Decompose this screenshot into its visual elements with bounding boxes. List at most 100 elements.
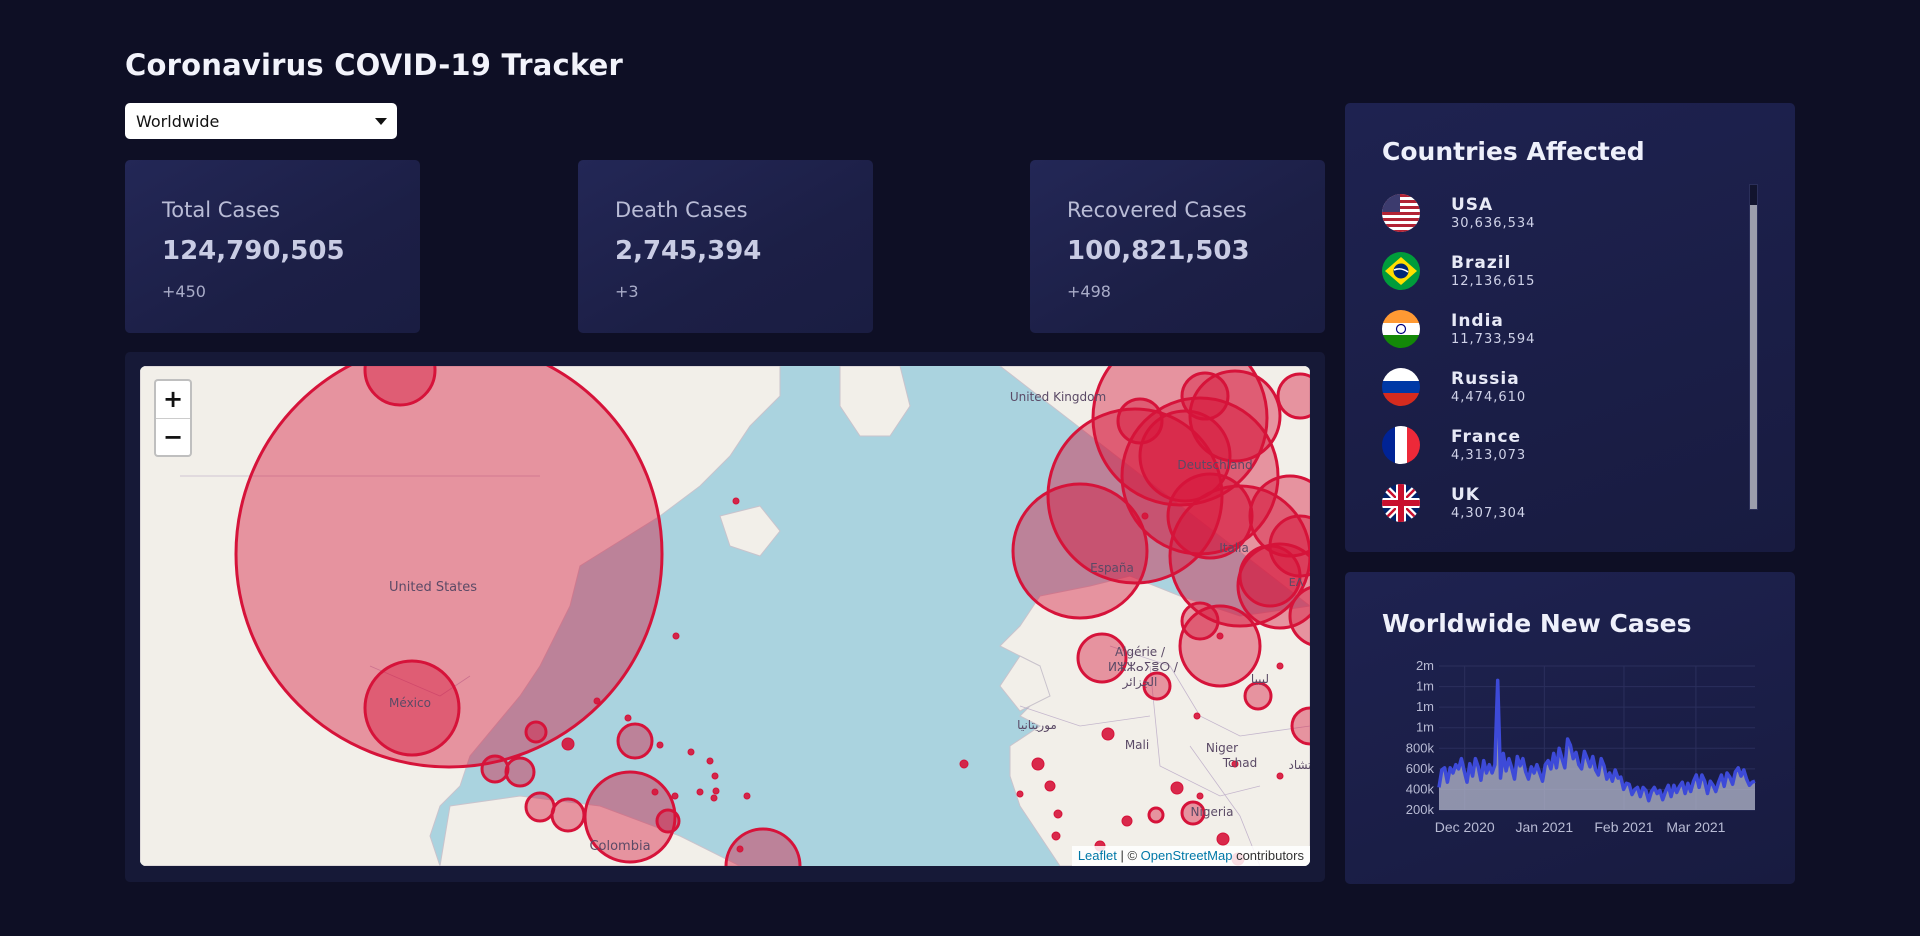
circle-costa-rica[interactable] (524, 791, 556, 823)
circle-denmark[interactable] (1276, 372, 1310, 420)
dot-cote-ivoire[interactable] (1121, 815, 1133, 827)
total-cases-card[interactable]: Total Cases 124,790,505 +450 (125, 160, 420, 333)
chart-x-tick-label: Dec 2020 (1435, 819, 1495, 835)
dot-liberia[interactable] (1053, 809, 1063, 819)
country-item-france[interactable]: France 4,313,073 (1382, 416, 1758, 474)
circle-tunisia[interactable] (1180, 601, 1220, 641)
dot-nigeria-dot[interactable] (1196, 792, 1204, 800)
dot-guadeloupe[interactable] (706, 757, 714, 765)
countries-scrollbar[interactable] (1749, 184, 1758, 510)
recovered-cases-label: Recovered Cases (1067, 198, 1247, 222)
zoom-in-button[interactable]: + (156, 381, 190, 418)
chart-y-axis: 2m 1m 1m 1m 800k 600k 400k 200k (1406, 658, 1435, 817)
attribution-suffix: contributors (1232, 848, 1304, 863)
map-label-italia: Italia (1219, 541, 1249, 555)
dot-malta[interactable] (1216, 632, 1224, 640)
leaflet-link[interactable]: Leaflet (1078, 848, 1117, 863)
map-label-tchad-ar: تشاد (1288, 758, 1310, 772)
country-item-india[interactable]: India 11,733,594 (1382, 300, 1758, 358)
zoom-out-button[interactable]: − (156, 418, 190, 455)
dot-st-lucia[interactable] (710, 794, 718, 802)
dot-mauritania-dot[interactable] (1044, 780, 1056, 792)
new-cases-chart[interactable]: 2m 1m 1m 1m 800k 600k 400k 200k Dec 2020 Jan 202… (1345, 572, 1795, 884)
map-label-mali: Mali (1125, 738, 1149, 752)
dot-sudan-dot[interactable] (1276, 772, 1284, 780)
dot-bermuda[interactable] (732, 497, 740, 505)
dot-isle-of-man[interactable] (1141, 512, 1149, 520)
country-name: Brazil (1451, 253, 1512, 273)
recovered-cases-value: 100,821,503 (1067, 236, 1250, 266)
country-count: 12,136,615 (1451, 274, 1536, 289)
chart-y-tick-label: 2m (1416, 658, 1434, 673)
dot-guyana[interactable] (736, 845, 744, 853)
circle-togo[interactable] (1147, 806, 1165, 824)
countries-list[interactable]: USA 30,636,534 Brazil 12,136,615 India 1… (1382, 184, 1758, 522)
dot-egypt-dot[interactable] (1276, 662, 1284, 670)
dot-sierra-leone[interactable] (1051, 831, 1061, 841)
dot-tobago[interactable] (743, 792, 751, 800)
circle-jamaica[interactable] (561, 737, 575, 751)
dot-turks[interactable] (593, 697, 601, 705)
country-item-usa[interactable]: USA 30,636,534 (1382, 184, 1758, 242)
dot-aruba[interactable] (651, 788, 659, 796)
country-item-uk[interactable]: UK 4,307,304 (1382, 474, 1758, 532)
map-label-espana: España (1090, 561, 1134, 575)
country-count: 30,636,534 (1451, 216, 1536, 231)
brazil-flag-icon (1382, 252, 1420, 290)
openstreetmap-link[interactable]: OpenStreetMap (1141, 848, 1233, 863)
chart-y-tick-label: 600k (1406, 761, 1435, 776)
circle-ireland[interactable] (1116, 397, 1164, 445)
dot-barbados[interactable] (712, 787, 720, 795)
circle-trinidad[interactable] (655, 808, 681, 834)
recovered-cases-change: +498 (1067, 282, 1111, 301)
total-cases-value: 124,790,505 (162, 236, 345, 266)
circle-dominican-republic[interactable] (616, 722, 654, 760)
map-label-mauritanie-ar: موريتانيا (1017, 718, 1057, 733)
dot-niger-dot[interactable] (1193, 712, 1201, 720)
recovered-cases-card[interactable]: Recovered Cases 100,821,503 +498 (1030, 160, 1325, 333)
dot-virgin[interactable] (624, 714, 632, 722)
usa-flag-icon (1382, 194, 1420, 232)
circle-senegal[interactable] (1101, 727, 1115, 741)
dot-gambia[interactable] (1016, 790, 1024, 798)
zoom-control: + − (154, 379, 192, 457)
chart-y-tick-label: 200k (1406, 802, 1435, 817)
chart-x-tick-label: Feb 2021 (1594, 819, 1653, 835)
dot-st-kitts[interactable] (687, 748, 695, 756)
circle-guinea[interactable] (1031, 757, 1045, 771)
map-label-niger: Niger (1206, 741, 1238, 755)
chart-y-tick-label: 1m (1416, 699, 1434, 714)
world-map[interactable]: United States México Colombia United Kingdo… (140, 366, 1310, 866)
dot-cape-verde[interactable] (959, 759, 969, 769)
circle-honduras[interactable] (504, 756, 536, 788)
country-item-russia[interactable]: Russia 4,474,610 (1382, 358, 1758, 416)
circle-benin[interactable] (1216, 832, 1230, 846)
circle-burkina[interactable] (1170, 781, 1184, 795)
circle-sweden[interactable] (1180, 371, 1230, 421)
map-label-deutschland: Deutschland (1177, 458, 1252, 472)
chart-y-tick-label: 400k (1406, 781, 1435, 796)
dot-antigua[interactable] (656, 741, 664, 749)
circle-panama[interactable] (550, 797, 586, 833)
new-cases-panel: Worldwide New Cases 2m 1m 1m 1m 800k 600k 400k… (1345, 572, 1795, 884)
russia-flag-icon (1382, 368, 1420, 406)
uk-flag-icon (1382, 484, 1420, 522)
country-item-brazil[interactable]: Brazil 12,136,615 (1382, 242, 1758, 300)
circle-libya[interactable] (1243, 681, 1273, 711)
map-label-nigeria: Nigeria (1191, 805, 1234, 819)
chart-y-tick-label: 1m (1416, 679, 1434, 694)
dot-martinique[interactable] (711, 772, 719, 780)
death-cases-card[interactable]: Death Cases 2,745,394 +3 (578, 160, 873, 333)
dot-grenada[interactable] (696, 788, 704, 796)
scrollbar-thumb[interactable] (1750, 205, 1757, 509)
page-title: Coronavirus COVID-19 Tracker (125, 48, 624, 82)
attribution-separator: | © (1116, 848, 1141, 863)
country-name: USA (1451, 195, 1494, 215)
country-select[interactable]: Worldwide (125, 103, 397, 139)
circle-cuba[interactable] (524, 720, 548, 744)
map-canvas[interactable]: United States México Colombia United Kingdo… (140, 366, 1310, 866)
country-name: Russia (1451, 369, 1520, 389)
dot-curacao[interactable] (671, 792, 679, 800)
dot-bahamas[interactable] (672, 632, 680, 640)
circle-guatemala[interactable] (480, 754, 510, 784)
